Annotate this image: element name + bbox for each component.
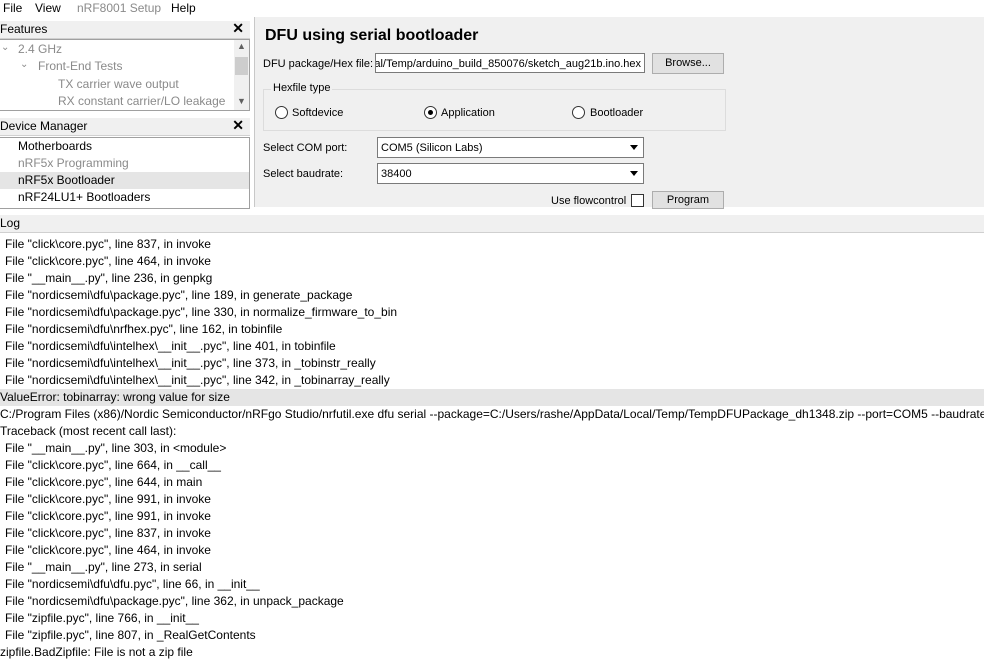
softdevice-radio[interactable] — [275, 106, 288, 119]
log-line: File "nordicsemi\dfu\dfu.pyc", line 66, … — [5, 577, 260, 591]
log-line: File "__main__.py", line 273, in serial — [5, 560, 202, 574]
log-line: File "click\core.pyc", line 991, in invo… — [5, 492, 211, 506]
log-line: File "nordicsemi\dfu\package.pyc", line … — [5, 305, 398, 319]
log-line: File "nordicsemi\dfu\nrfhex.pyc", line 1… — [5, 322, 283, 336]
dfu-title: DFU using serial bootloader — [265, 27, 479, 44]
list-item-label: Motherboards — [18, 139, 93, 153]
com-port-select[interactable]: COM5 (Silicon Labs) — [377, 137, 644, 158]
dfu-package-value: al/Temp/arduino_build_850076/sketch_aug2… — [375, 58, 641, 70]
device-manager-title: Device Manager — [0, 119, 88, 133]
log-header: Log — [0, 215, 984, 233]
tree-item-front-end-tests[interactable]: Front-End Tests — [38, 59, 122, 73]
bootloader-radio-label[interactable]: Bootloader — [590, 106, 643, 120]
log-line: zipfile.BadZipfile: File is not a zip fi… — [0, 645, 193, 659]
chevron-down-icon[interactable]: ⌄ — [20, 59, 28, 70]
baudrate-select[interactable]: 38400 — [377, 163, 644, 184]
program-button[interactable]: Program — [652, 191, 724, 209]
tree-item-rx-carrier[interactable]: RX constant carrier/LO leakage — [58, 94, 225, 108]
device-manager-header: Device Manager ✕ — [0, 117, 250, 136]
tree-item-2-4ghz[interactable]: 2.4 GHz — [18, 42, 62, 56]
dfu-package-field[interactable]: al/Temp/arduino_build_850076/sketch_aug2… — [375, 53, 645, 73]
baudrate-value: 38400 — [381, 168, 412, 180]
application-radio[interactable] — [424, 106, 437, 119]
log-line: File "nordicsemi\dfu\package.pyc", line … — [5, 594, 344, 608]
log-line: File "click\core.pyc", line 837, in invo… — [5, 237, 211, 251]
chevron-down-icon — [630, 171, 638, 176]
softdevice-radio-label[interactable]: Softdevice — [292, 106, 343, 120]
scroll-down-icon[interactable]: ▼ — [234, 96, 249, 106]
log-line: File "nordicsemi\dfu\package.pyc", line … — [5, 288, 353, 302]
list-item-label: nRF24LU1+ Bootloaders — [18, 190, 151, 204]
log-line: Traceback (most recent call last): — [0, 424, 177, 438]
scroll-thumb[interactable] — [235, 57, 248, 75]
log-line: File "click\core.pyc", line 991, in invo… — [5, 509, 211, 523]
log-line: File "click\core.pyc", line 464, in invo… — [5, 254, 211, 268]
log-line: File "__main__.py", line 303, in <module… — [5, 441, 227, 455]
hexfile-type-label: Hexfile type — [271, 81, 333, 95]
features-close-icon[interactable]: ✕ — [232, 20, 244, 37]
com-port-label: Select COM port: — [263, 142, 348, 154]
tree-item-tx-carrier[interactable]: TX carrier wave output — [58, 77, 179, 91]
log-line-error: ValueError: tobinarray: wrong value for … — [0, 389, 984, 406]
dfu-package-label: DFU package/Hex file: — [263, 58, 374, 70]
features-scrollbar[interactable]: ▲ ▼ — [234, 40, 249, 110]
list-item-nrf5x-bootloader[interactable]: nRF5x Bootloader — [0, 172, 249, 189]
log-line: File "click\core.pyc", line 464, in invo… — [5, 543, 211, 557]
log-line: File "nordicsemi\dfu\intelhex\__init__.p… — [5, 373, 390, 387]
list-item-label: nRF5x Bootloader — [18, 173, 115, 187]
log-area[interactable]: File "click\core.pyc", line 837, in invo… — [0, 233, 984, 666]
dfu-panel: DFU using serial bootloader DFU package/… — [254, 17, 984, 209]
log-line: File "nordicsemi\dfu\intelhex\__init__.p… — [5, 356, 376, 370]
bootloader-radio[interactable] — [572, 106, 585, 119]
features-tree: ⌄ 2.4 GHz ⌄ Front-End Tests TX carrier w… — [0, 39, 250, 111]
log-line: C:/Program Files (x86)/Nordic Semiconduc… — [0, 407, 984, 421]
browse-button[interactable]: Browse... — [652, 53, 724, 74]
menu-help[interactable]: Help — [171, 0, 196, 17]
features-panel-header: Features ✕ — [0, 20, 250, 39]
log-line: File "__main__.py", line 236, in genpkg — [5, 271, 213, 285]
com-port-value: COM5 (Silicon Labs) — [381, 142, 483, 154]
flowcontrol-checkbox[interactable] — [631, 194, 644, 207]
list-item-motherboards[interactable]: Motherboards — [0, 138, 249, 155]
menu-file[interactable]: File — [3, 0, 22, 17]
baudrate-label: Select baudrate: — [263, 168, 344, 180]
list-item-label: nRF5x Programming — [18, 156, 129, 170]
application-radio-label[interactable]: Application — [441, 106, 495, 120]
flowcontrol-label: Use flowcontrol — [551, 195, 627, 207]
scroll-up-icon[interactable]: ▲ — [234, 41, 249, 51]
list-item-nrf5x-programming[interactable]: nRF5x Programming — [0, 155, 249, 172]
features-title: Features — [0, 22, 48, 36]
device-manager-close-icon[interactable]: ✕ — [232, 117, 244, 134]
menu-view[interactable]: View — [35, 0, 61, 17]
log-line: File "click\core.pyc", line 644, in main — [5, 475, 203, 489]
menu-nrf8001-setup[interactable]: nRF8001 Setup — [77, 0, 161, 17]
log-line: File "click\core.pyc", line 664, in __ca… — [5, 458, 221, 472]
chevron-down-icon — [630, 145, 638, 150]
chevron-down-icon[interactable]: ⌄ — [1, 42, 9, 53]
log-line: File "zipfile.pyc", line 766, in __init_… — [5, 611, 199, 625]
log-line: File "nordicsemi\dfu\intelhex\__init__.p… — [5, 339, 336, 353]
log-line: File "click\core.pyc", line 837, in invo… — [5, 526, 211, 540]
log-line: File "zipfile.pyc", line 807, in _RealGe… — [5, 628, 256, 642]
device-manager-list: Motherboards nRF5x Programming nRF5x Boo… — [0, 137, 250, 209]
list-item-nrf24lu1-bootloaders[interactable]: nRF24LU1+ Bootloaders — [0, 189, 249, 206]
menu-bar: File View nRF8001 Setup Help — [0, 0, 984, 17]
radio-selected-dot — [428, 110, 433, 115]
log-title: Log — [0, 216, 21, 230]
